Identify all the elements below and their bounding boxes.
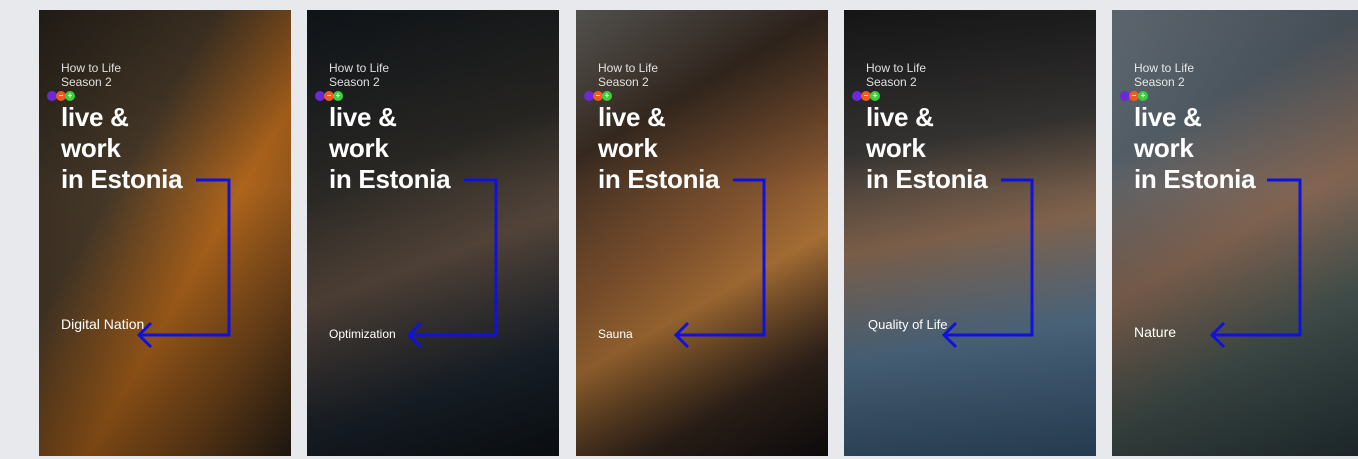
series-title: How to Life bbox=[598, 61, 659, 75]
topic-label: Digital Nation bbox=[61, 316, 145, 332]
series-label: How to Life Season 2 bbox=[866, 61, 926, 89]
headline-line: live & bbox=[329, 102, 397, 132]
plus-dot-icon: + bbox=[333, 91, 343, 101]
headline-line: work bbox=[61, 133, 121, 163]
headline-line: in Estonia bbox=[329, 164, 451, 194]
series-label: How to Life Season 2 bbox=[598, 61, 658, 89]
series-title: How to Life bbox=[866, 61, 927, 75]
plus-dot-icon: + bbox=[1138, 91, 1148, 101]
headline: live & work in Estonia bbox=[61, 102, 183, 195]
topic-label: Nature bbox=[1134, 324, 1177, 340]
headline-line: work bbox=[866, 133, 926, 163]
plus-dot-icon: + bbox=[870, 91, 880, 101]
headline: live & work in Estonia bbox=[598, 102, 720, 195]
headline-line: work bbox=[1134, 133, 1194, 163]
headline-line: work bbox=[329, 133, 389, 163]
season-label: Season 2 bbox=[329, 75, 380, 89]
headline-line: in Estonia bbox=[866, 164, 988, 194]
series-label: How to Life Season 2 bbox=[61, 61, 121, 89]
topic-label: Sauna bbox=[598, 327, 633, 341]
headline-line: work bbox=[598, 133, 658, 163]
season-label: Season 2 bbox=[1134, 75, 1185, 89]
plus-dot-icon: + bbox=[602, 91, 612, 101]
video-card-quality-of-life[interactable]: How to Life Season 2 − + live & work in … bbox=[844, 10, 1096, 456]
season-label: Season 2 bbox=[61, 75, 112, 89]
headline-line: live & bbox=[598, 102, 666, 132]
video-card-optimization[interactable]: How to Life Season 2 − + live & work in … bbox=[307, 10, 559, 456]
headline-line: in Estonia bbox=[61, 164, 183, 194]
series-label: How to Life Season 2 bbox=[1134, 61, 1194, 89]
video-card-digital-nation[interactable]: How to Life Season 2 − + live & work in … bbox=[39, 10, 291, 456]
headline-line: live & bbox=[866, 102, 934, 132]
topic-label: Optimization bbox=[329, 327, 396, 341]
plus-dot-icon: + bbox=[65, 91, 75, 101]
headline-line: in Estonia bbox=[598, 164, 720, 194]
series-title: How to Life bbox=[1134, 61, 1195, 75]
headline: live & work in Estonia bbox=[1134, 102, 1256, 195]
headline: live & work in Estonia bbox=[866, 102, 988, 195]
video-card-sauna[interactable]: How to Life Season 2 − + live & work in … bbox=[576, 10, 828, 456]
headline-line: live & bbox=[61, 102, 129, 132]
series-title: How to Life bbox=[329, 61, 390, 75]
headline-line: live & bbox=[1134, 102, 1202, 132]
video-card-nature[interactable]: How to Life Season 2 − + live & work in … bbox=[1112, 10, 1358, 456]
season-label: Season 2 bbox=[598, 75, 649, 89]
season-label: Season 2 bbox=[866, 75, 917, 89]
headline-line: in Estonia bbox=[1134, 164, 1256, 194]
series-title: How to Life bbox=[61, 61, 122, 75]
headline: live & work in Estonia bbox=[329, 102, 451, 195]
series-label: How to Life Season 2 bbox=[329, 61, 389, 89]
topic-label: Quality of Life bbox=[868, 317, 948, 332]
